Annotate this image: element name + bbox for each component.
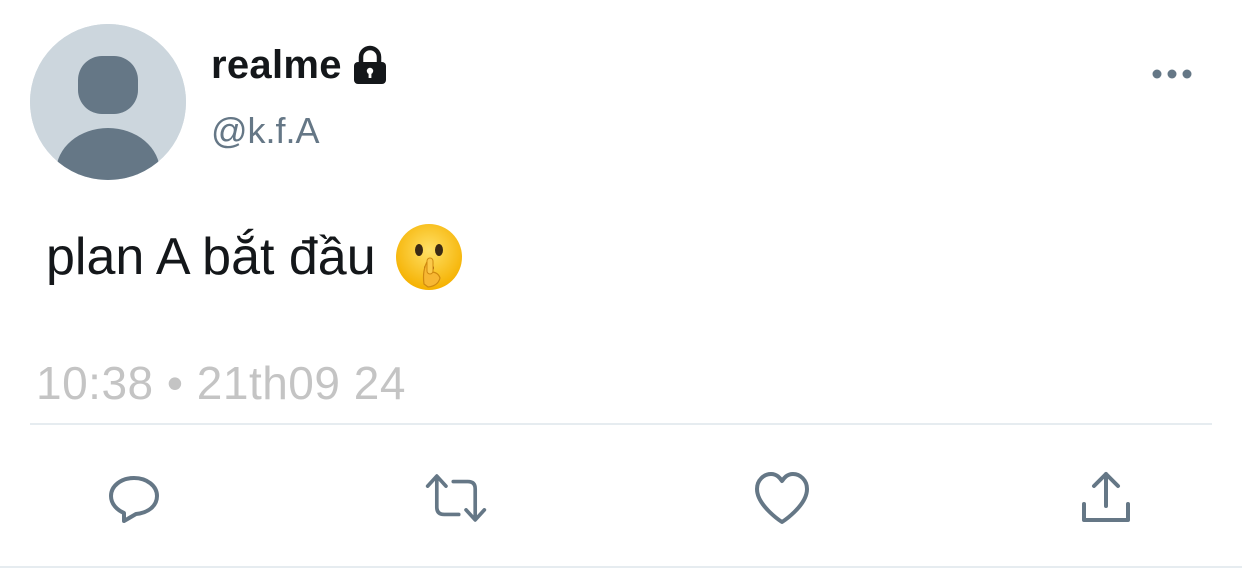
- avatar[interactable]: [30, 24, 186, 180]
- more-icon: [1152, 69, 1192, 79]
- reply-icon: [109, 476, 159, 523]
- tweet-timestamp[interactable]: 10:38 • 21th09 24: [36, 356, 406, 410]
- tweet-text: plan A bắt đầu: [46, 228, 376, 286]
- bottom-divider: [0, 566, 1242, 568]
- divider: [30, 423, 1212, 425]
- retweet-button[interactable]: [424, 466, 488, 530]
- lock-icon: [350, 43, 390, 87]
- share-button[interactable]: [1074, 466, 1138, 530]
- shushing-face-emoji-icon: [394, 222, 464, 292]
- default-avatar-icon: [30, 24, 186, 180]
- heart-icon: [755, 472, 809, 524]
- author-name-row[interactable]: realme: [211, 38, 390, 92]
- author-handle[interactable]: @k.f.A: [211, 110, 320, 152]
- tweet-text-row: plan A bắt đầu: [46, 222, 464, 292]
- tweet-card: realme @k.f.A plan A bắt đầu 10:38 • 21t…: [0, 0, 1242, 588]
- retweet-icon: [425, 474, 487, 522]
- share-icon: [1082, 472, 1130, 522]
- more-options-button[interactable]: [1150, 62, 1194, 86]
- like-button[interactable]: [750, 466, 814, 530]
- display-name[interactable]: realme: [211, 43, 342, 88]
- reply-button[interactable]: [102, 466, 166, 530]
